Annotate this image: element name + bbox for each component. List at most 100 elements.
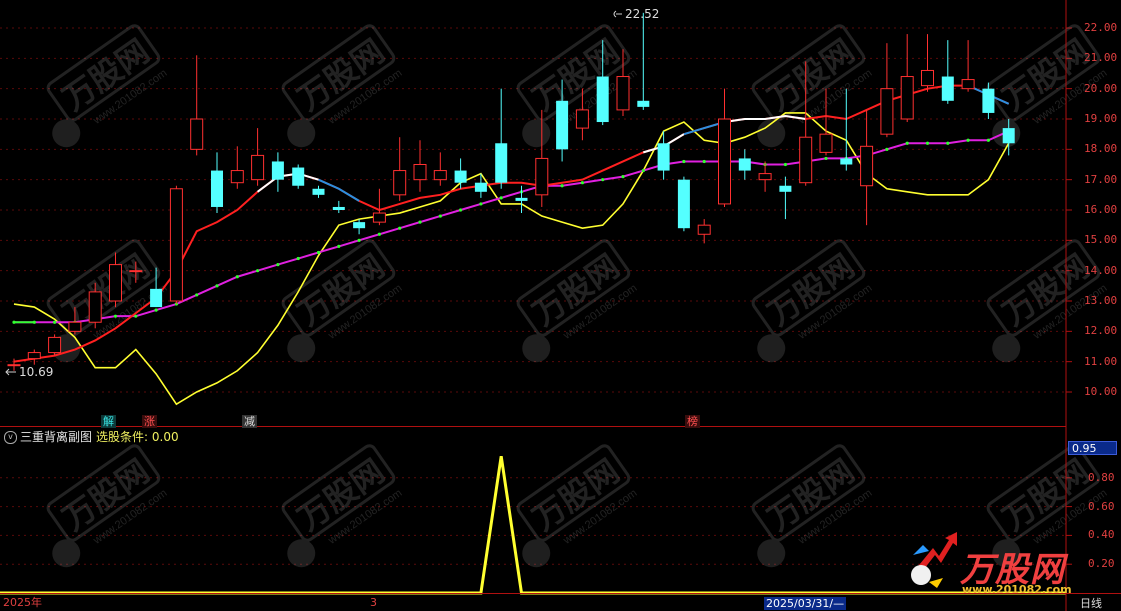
watermark: 万股网www.201082.com [46,444,169,568]
ma-mid-point [296,256,300,261]
watermark: 万股网www.201082.com [516,239,639,363]
ma-mid-point [459,208,463,212]
candle-body-up [251,154,265,181]
candle-body-up [961,79,975,90]
ma-mid-point [499,196,503,200]
date-axis-start: 2025年 [3,596,42,609]
candle [982,82,995,119]
condition-label: 选股条件: [96,430,149,444]
candle-body-down [454,170,467,183]
candle-body-up [718,118,731,205]
ma-mid-point [479,202,483,206]
indicator-current-value: 0.95 [1068,441,1117,455]
candle [292,164,305,189]
high-price-label: 22.52 [625,7,660,21]
candle-body-up [799,136,813,184]
candle [779,176,792,220]
candle [169,185,183,305]
ma-mid-point [377,232,381,236]
ma-mid-point [154,308,158,312]
candle [921,34,934,92]
candle-body-down [353,222,366,229]
candle [48,334,62,356]
ma-mid-point [580,181,585,185]
date-axis-month: 3 [370,596,377,609]
candle-body-up [48,336,62,354]
chart-canvas[interactable]: 万股网www.201082.com 万股网www.201082.com 万股网www… [0,0,1121,611]
event-tag-limit-up[interactable]: 涨 [142,415,157,428]
candle [454,158,467,189]
ma-mid-point [783,162,788,167]
candle-body-down [738,158,751,171]
candle-body-up [880,88,894,135]
candle-body-up [372,212,386,223]
price-axis-label: 19.00 [1084,112,1118,125]
stock-chart-window: 万股网www.201082.com 万股网www.201082.com 万股网www… [0,0,1121,611]
candle [697,219,711,244]
candle-body-down [941,76,954,101]
candle-body-up [109,264,122,302]
candle [413,140,427,192]
indicator-name[interactable]: 三重背离副图 [20,430,92,444]
candle-body-up [758,173,772,181]
price-axis-label: 18.00 [1084,142,1118,156]
candle-body-down [840,158,853,165]
candle [433,152,447,186]
ma-short-segment [257,172,319,193]
ma-mid-point [195,293,199,297]
candle-body-up [535,157,549,196]
candle [27,349,41,365]
candle-body-up [575,109,589,129]
candle-body-up [230,170,244,184]
candle [738,149,751,180]
price-axis-label: 10.00 [1084,385,1118,398]
candle [758,161,772,192]
candle-body-up [616,76,630,111]
price-axis-label: 15.00 [1084,233,1118,247]
ma-mid-point [418,220,422,224]
watermark: 万股网www.201082.com [281,444,404,568]
ma-mid-point [113,314,118,318]
event-tag-top-list[interactable]: 榜 [685,415,700,428]
candle-body-down [556,100,569,150]
price-axis-label: 11.00 [1084,354,1118,368]
price-axis-label: 13.00 [1084,294,1118,307]
ma-mid-point [702,159,706,164]
candle-body-down [150,288,163,308]
candle-body-down [637,100,650,107]
watermark: 万股网www.201082.com [46,24,169,148]
candle-body-down [474,182,487,192]
event-tag-reduce[interactable]: 减 [242,415,257,428]
cursor-date[interactable]: 2025/03/31/— [764,597,847,610]
ma-mid-point [316,250,321,255]
ma-mid-point [925,141,930,145]
candle-body-up [819,133,833,153]
price-axis-label: 20.00 [1084,81,1118,95]
period-label[interactable]: 日线 [1080,597,1102,610]
candle-body-up [129,270,143,273]
price-axis-label: 14.00 [1084,263,1118,277]
condition-value: 0.00 [151,430,179,444]
ma-mid-point [215,284,219,288]
chevron-down-icon[interactable]: v [4,431,17,444]
price-axis-label: 21.00 [1084,51,1118,65]
candle-body-down [292,167,305,186]
candle-body-down [271,161,284,180]
candle-body-up [68,321,82,332]
indicator-axis-label: 0.60 [1088,499,1115,513]
candle-body-down [312,188,325,195]
candle-body-down [677,179,690,229]
candle [880,43,894,138]
event-tag-unlock[interactable]: 解 [101,415,116,428]
candle [860,109,874,226]
watermark: 万股网www.201082.com [751,239,874,363]
candle-body-up [190,118,204,150]
candle [393,137,407,201]
candle-body-up [921,69,934,87]
high-marker [613,10,622,18]
candle [495,88,508,189]
candle-body-up [697,224,711,235]
candle [637,12,650,110]
ma-mid-point [276,263,280,267]
candle-body-up [860,145,874,187]
